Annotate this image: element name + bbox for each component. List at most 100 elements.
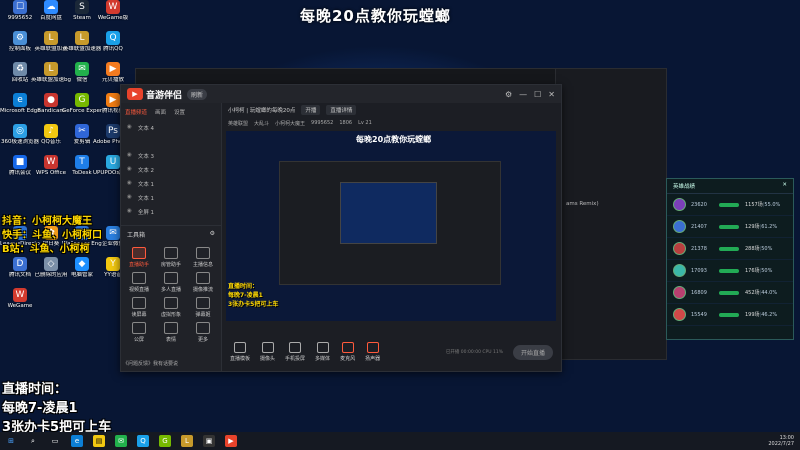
layer-item[interactable]: ◉ 文本 2 (121, 163, 221, 177)
eye-icon[interactable]: ◉ (127, 194, 132, 202)
desktop-icon[interactable]: Q 腾讯QQ (93, 31, 133, 63)
hero-stats-row[interactable]: 23620 1157场 | 55.0% (667, 194, 793, 216)
eye-icon[interactable]: ◉ (127, 166, 132, 174)
hero-stats-row[interactable]: 16809 452场 | 44.0% (667, 282, 793, 304)
bottom-toolbar-button[interactable]: 摄像头 (260, 342, 275, 362)
task-view-icon[interactable]: ▭ (49, 435, 61, 447)
tool-button[interactable]: 房管助手 (155, 247, 187, 268)
tool-button[interactable]: 直播助手 (123, 247, 155, 268)
app-icon[interactable]: ▣ (203, 435, 215, 447)
layer-item[interactable]: ◉ 文本 1 (121, 191, 221, 205)
hero-score: 21378 (691, 245, 707, 252)
layer-item[interactable]: ◉ 文本 3 (121, 149, 221, 163)
desktop-icon[interactable]: W WeGame (0, 288, 40, 320)
layer-item[interactable]: ◉ 文本 1 (121, 177, 221, 191)
streaming-app-taskbar-icon[interactable]: ▶ (225, 435, 237, 447)
desktop-icon[interactable]: W WeGame版 (93, 0, 133, 32)
tool-button[interactable]: 更多 (187, 322, 219, 343)
app-icon: D (13, 257, 27, 271)
main-topbar: 小柯柯 | 玩螳螂的每晚20点 开播 直播详情 (222, 103, 561, 117)
tab-live-channel[interactable]: 直播频道 (125, 108, 147, 116)
tool-button[interactable]: 多人直播 (155, 272, 187, 293)
edge-icon[interactable]: e (71, 435, 83, 447)
hero-winrate: 50% (761, 245, 773, 252)
hero-stats-row[interactable]: 21378 288场 | 50% (667, 238, 793, 260)
desktop-icon-label: 元贝播放 (101, 77, 124, 83)
eye-icon[interactable]: ◉ (127, 124, 132, 132)
feedback-notice[interactable]: 《问题反馈》我有话要说 (123, 360, 178, 367)
app-titlebar: ▶ 音游伴侣 刷新 ⚙ — ☐ ✕ (121, 85, 561, 103)
eye-icon[interactable]: ◉ (127, 208, 132, 216)
toolbox-settings-icon[interactable]: ⚙ (210, 230, 215, 239)
tool-button[interactable]: 读屏幕 (123, 297, 155, 318)
tool-label: 房管助手 (160, 262, 181, 268)
tool-button[interactable]: 视频直播 (123, 272, 155, 293)
tab-settings[interactable]: 设置 (174, 108, 185, 116)
explorer-icon[interactable]: ▤ (93, 435, 105, 447)
start-pill[interactable]: 开播 (301, 105, 321, 115)
hero-stats-row[interactable]: 17093 176场 | 50% (667, 260, 793, 282)
go-live-button[interactable]: 开始直播 (512, 344, 553, 360)
tool-icon (132, 247, 146, 259)
system-clock[interactable]: 13:00 2022/7/27 (768, 435, 794, 447)
close-icon[interactable]: ✕ (548, 90, 555, 99)
bottom-toolbar: 直播模板 摄像头 手机投屏 多媒体 麦克风 扬声器 已开播 00:00:00 CPU 11%… (222, 333, 561, 371)
layer-item[interactable]: ◉ 全屏 1 (121, 205, 221, 219)
tool-label: 主播信息 (192, 262, 213, 268)
app-icon: ● (44, 93, 58, 107)
hero-winrate: 44.0% (761, 289, 778, 296)
bottom-toolbar-button[interactable]: 多媒体 (315, 342, 330, 362)
app-icon: T (75, 155, 89, 169)
left-panel: 直播频道 画面 设置 ◉ 文本 4 ◉ 文本 3 ◉ 文本 2 ◉ 文本 1 ◉ 文本 1 ◉ 全屏 … (121, 103, 222, 371)
bottom-toolbar-button[interactable]: 直播模板 (230, 342, 250, 362)
preview-nested-screen (340, 182, 437, 244)
tab-scene[interactable]: 画面 (155, 108, 166, 116)
tool-button[interactable]: 弹幕姬 (187, 297, 219, 318)
toolbar-label: 多媒体 (315, 356, 331, 362)
eye-icon[interactable]: ◉ (127, 180, 132, 188)
room-title[interactable]: 小柯柯 | 玩螳螂的每晚20点 (228, 106, 295, 114)
minimize-icon[interactable]: — (519, 90, 527, 99)
tool-button[interactable]: 摄像推流 (187, 272, 219, 293)
hero-games: 452场 (745, 290, 760, 296)
eye-icon[interactable]: ◉ (127, 152, 132, 160)
hero-stats-panel[interactable]: 英雄战绩 ✕ 23620 1157场 | 55.0% 21407 129场 | 61.… (666, 178, 794, 340)
settings-icon[interactable]: ⚙ (505, 90, 512, 99)
wechat-icon[interactable]: ✉ (115, 435, 127, 447)
hero-stats-row[interactable]: 15549 199场 | 46.2% (667, 304, 793, 326)
bottom-toolbar-button[interactable]: 麦克风 (340, 342, 355, 362)
app-tag[interactable]: 刷新 (187, 88, 208, 100)
tool-label: 公屏 (133, 337, 144, 343)
streaming-app-window[interactable]: ▶ 音游伴侣 刷新 ⚙ — ☐ ✕ 直播频道 画面 设置 ◉ 文本 4 ◉ 文本 3 ◉… (120, 84, 562, 372)
tool-icon (196, 272, 210, 284)
bottom-toolbar-button[interactable]: 手机投屏 (285, 342, 305, 362)
app-icon: ✉ (75, 62, 89, 76)
hero-stats-row[interactable]: 21407 129场 | 61.2% (667, 216, 793, 238)
app-logo-icon: ▶ (127, 88, 143, 100)
tool-button[interactable]: 虚拟形象 (155, 297, 187, 318)
hero-score: 17093 (691, 267, 707, 274)
tool-icon (132, 272, 146, 284)
geforce-icon[interactable]: G (159, 435, 171, 447)
tool-button[interactable]: 主播信息 (187, 247, 219, 268)
tool-button[interactable]: 公屏 (123, 322, 155, 343)
bottom-toolbar-button[interactable]: 扬声器 (365, 342, 380, 362)
tool-button[interactable]: 表情 (155, 322, 187, 343)
panel-close-icon[interactable]: ✕ (782, 182, 787, 190)
search-icon[interactable]: ⌕ (27, 435, 39, 447)
windows-start-icon[interactable]: ⊞ (5, 435, 17, 447)
clock-date: 2022/7/27 (768, 441, 794, 447)
hero-stats-header: 英雄战绩 ✕ (667, 179, 793, 194)
maximize-icon[interactable]: ☐ (534, 90, 541, 99)
live-detail-pill[interactable]: 直播详情 (326, 105, 357, 115)
hero-score-bar (719, 290, 739, 295)
main-subbar: 英雄联盟 大乱斗 小柯柯大魔王 9995652 1806 Lv 21 (222, 117, 561, 129)
app-icon: L (44, 62, 58, 76)
mini-streamer-line: 3张办卡5把可上车 (228, 301, 279, 308)
league-icon[interactable]: L (181, 435, 193, 447)
app-icon: U (106, 155, 120, 169)
qq-icon[interactable]: Q (137, 435, 149, 447)
app-icon: ▶ (106, 93, 120, 107)
app-icon: G (75, 93, 89, 107)
layer-item[interactable]: ◉ 文本 4 (121, 121, 221, 135)
